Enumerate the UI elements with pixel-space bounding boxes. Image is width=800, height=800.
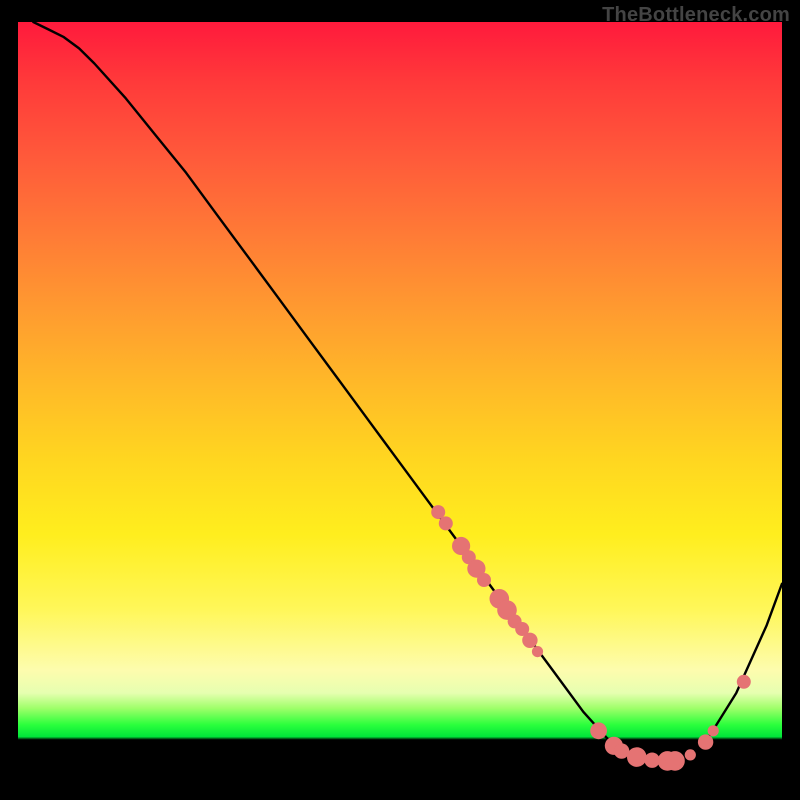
data-point xyxy=(685,749,696,760)
data-point xyxy=(590,722,607,739)
watermark-text: TheBottleneck.com xyxy=(602,4,790,27)
data-point xyxy=(477,573,491,587)
chart-svg xyxy=(18,22,782,776)
data-point xyxy=(532,646,543,657)
data-point xyxy=(439,516,453,530)
chart-frame: TheBottleneck.com xyxy=(0,0,800,800)
plot-area xyxy=(18,22,782,776)
data-point xyxy=(644,753,659,768)
data-point xyxy=(698,734,713,749)
data-point xyxy=(665,751,685,771)
data-point xyxy=(627,747,647,767)
data-point xyxy=(737,675,751,689)
data-point xyxy=(614,743,629,758)
data-points-group xyxy=(431,505,751,771)
data-point xyxy=(522,633,537,648)
data-point xyxy=(708,725,719,736)
performance-curve xyxy=(33,22,782,761)
